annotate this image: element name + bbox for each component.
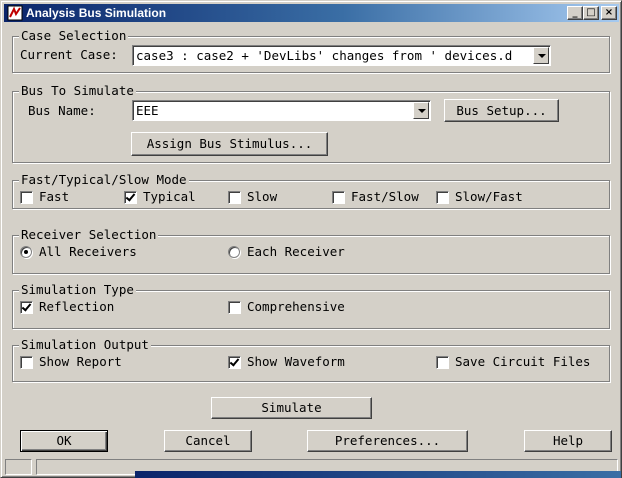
restore-button[interactable]: □ bbox=[583, 6, 599, 20]
typical-checkbox[interactable] bbox=[124, 191, 137, 204]
bus-name-value: EEE bbox=[136, 103, 159, 118]
close-button[interactable]: × bbox=[601, 6, 617, 20]
dialog-window: Analysis Bus Simulation _ □ × Case Selec… bbox=[0, 0, 622, 478]
app-icon bbox=[7, 5, 23, 21]
show-report-checkbox[interactable] bbox=[20, 356, 33, 369]
simulation-output-legend: Simulation Output bbox=[19, 337, 151, 352]
current-case-dropdown-icon[interactable] bbox=[533, 47, 549, 64]
minimize-button[interactable]: _ bbox=[567, 6, 583, 20]
bus-name-dropdown-icon[interactable] bbox=[413, 102, 429, 119]
slow-label: Slow bbox=[247, 189, 278, 204]
preferences-button[interactable]: Preferences... bbox=[307, 430, 468, 452]
fast-slow-label: Fast/Slow bbox=[351, 189, 419, 204]
ok-button[interactable]: OK bbox=[20, 430, 108, 452]
show-waveform-label: Show Waveform bbox=[247, 354, 345, 369]
reflection-checkbox[interactable] bbox=[20, 301, 33, 314]
cancel-button[interactable]: Cancel bbox=[164, 430, 252, 452]
each-receiver-label: Each Receiver bbox=[247, 244, 345, 259]
current-case-select[interactable]: case3 : case2 + 'DevLibs' changes from '… bbox=[132, 45, 551, 66]
reflection-label: Reflection bbox=[39, 299, 115, 314]
bus-name-label: Bus Name: bbox=[28, 103, 96, 118]
title-bar[interactable]: Analysis Bus Simulation _ □ × bbox=[4, 4, 619, 22]
slow-checkbox[interactable] bbox=[228, 191, 241, 204]
slow-fast-checkbox[interactable] bbox=[436, 191, 449, 204]
status-panel-left bbox=[5, 459, 32, 475]
help-button[interactable]: Help bbox=[524, 430, 612, 452]
current-case-label: Current Case: bbox=[20, 47, 118, 62]
typical-label: Typical bbox=[143, 189, 196, 204]
simulation-type-legend: Simulation Type bbox=[19, 282, 136, 297]
receiver-selection-legend: Receiver Selection bbox=[19, 227, 159, 242]
fast-checkbox[interactable] bbox=[20, 191, 33, 204]
bus-setup-button[interactable]: Bus Setup... bbox=[444, 99, 559, 122]
comprehensive-checkbox[interactable] bbox=[228, 301, 241, 314]
window-title: Analysis Bus Simulation bbox=[26, 6, 167, 20]
save-circuit-files-checkbox[interactable] bbox=[436, 356, 449, 369]
all-receivers-label: All Receivers bbox=[39, 244, 137, 259]
show-waveform-checkbox[interactable] bbox=[228, 356, 241, 369]
mode-legend: Fast/Typical/Slow Mode bbox=[19, 172, 189, 187]
background-window-edge bbox=[135, 471, 621, 478]
show-report-label: Show Report bbox=[39, 354, 122, 369]
bus-name-select[interactable]: EEE bbox=[132, 100, 431, 121]
comprehensive-label: Comprehensive bbox=[247, 299, 345, 314]
each-receiver-radio[interactable] bbox=[228, 246, 240, 258]
save-circuit-files-label: Save Circuit Files bbox=[455, 354, 591, 369]
case-selection-legend: Case Selection bbox=[19, 28, 129, 43]
fast-slow-checkbox[interactable] bbox=[332, 191, 345, 204]
fast-label: Fast bbox=[39, 189, 70, 204]
bus-to-simulate-legend: Bus To Simulate bbox=[19, 83, 136, 98]
assign-bus-stimulus-button[interactable]: Assign Bus Stimulus... bbox=[131, 132, 328, 156]
simulate-button[interactable]: Simulate bbox=[211, 397, 372, 419]
current-case-value: case3 : case2 + 'DevLibs' changes from '… bbox=[136, 48, 513, 63]
slow-fast-label: Slow/Fast bbox=[455, 189, 523, 204]
all-receivers-radio[interactable] bbox=[20, 246, 32, 258]
